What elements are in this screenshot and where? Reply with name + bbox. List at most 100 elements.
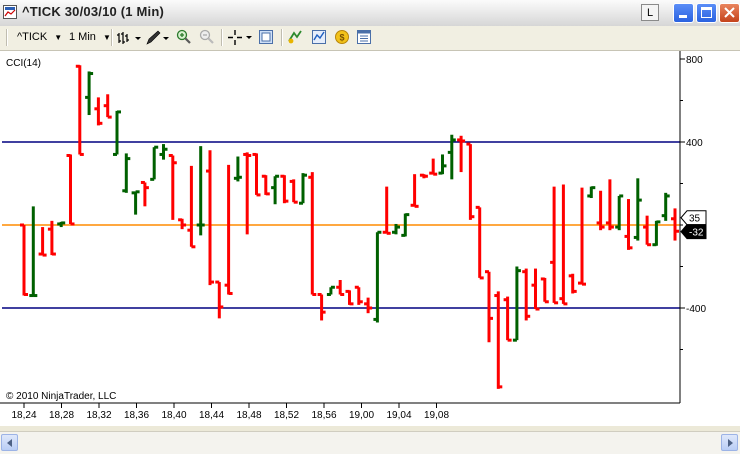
ohlc-bar (633, 178, 642, 241)
ohlc-bar (131, 190, 140, 215)
ohlc-bar (540, 277, 549, 304)
ohlc-bar (103, 94, 112, 119)
link-button[interactable]: L (641, 4, 659, 21)
copyright-text: © 2010 NinjaTrader, LLC (6, 391, 116, 402)
arrow-left-icon (7, 439, 12, 447)
zoom-in-icon[interactable] (176, 29, 192, 45)
scroll-right-button[interactable] (721, 434, 738, 451)
maximize-button[interactable] (696, 3, 717, 23)
ohlc-bar (475, 205, 484, 280)
ohlc-bar (466, 142, 475, 220)
ohlc-bar (364, 297, 373, 314)
close-button[interactable] (719, 3, 740, 23)
x-tick-label: 18,36 (124, 410, 149, 421)
toolbar-separator (281, 29, 283, 46)
ohlc-bar (661, 192, 670, 221)
ohlc-bar (429, 158, 438, 176)
ohlc-bar (373, 230, 382, 323)
properties-icon[interactable] (258, 29, 274, 45)
strategies-icon[interactable] (287, 29, 303, 45)
scroll-left-button[interactable] (1, 434, 18, 451)
x-tick-label: 18,48 (236, 410, 261, 421)
x-tick-label: 19,00 (349, 410, 374, 421)
ohlc-bar (75, 64, 84, 156)
app-icon (3, 5, 17, 19)
ohlc-bar (336, 279, 345, 297)
ohlc-bar (178, 218, 187, 230)
x-tick-label: 18,32 (86, 410, 111, 421)
y-tick-label: -400 (686, 304, 706, 315)
ohlc-bar (47, 220, 56, 256)
ohlc-bar (243, 152, 252, 235)
ohlc-bar (159, 144, 168, 160)
ohlc-bar (168, 153, 177, 220)
indicator-label: CCI(14) (6, 58, 41, 69)
reference-value-marker: 35 (680, 210, 707, 226)
ohlc-bar (140, 180, 149, 207)
zoom-out-icon[interactable] (199, 29, 215, 45)
ohlc-bar (326, 285, 335, 297)
ohlc-bar (522, 268, 531, 321)
ohlc-bar (271, 174, 280, 205)
ohlc-bar (345, 289, 354, 306)
ohlc-bar (382, 186, 391, 235)
ohlc-bar (503, 296, 512, 342)
minimize-icon (679, 15, 687, 18)
ohlc-bar (122, 153, 131, 193)
ohlc-bar (299, 173, 307, 205)
ohlc-bar (354, 285, 363, 305)
ohlc-bar (38, 227, 47, 257)
ohlc-bar (85, 71, 94, 116)
ohlc-bar (587, 186, 596, 199)
ohlc-bar (485, 270, 493, 343)
arrow-right-icon (728, 439, 733, 447)
x-tick-label: 18,52 (274, 410, 299, 421)
ohlc-bar (252, 152, 261, 197)
instrument-selector[interactable]: ^TICK ▼ (17, 28, 62, 47)
indicators-icon[interactable] (311, 29, 327, 45)
minimize-button[interactable] (673, 3, 694, 23)
chevron-down-icon: ▼ (54, 33, 63, 42)
svg-text:$: $ (339, 33, 344, 43)
data-box-icon[interactable] (356, 29, 372, 45)
ohlc-bar (643, 215, 652, 247)
y-tick-label: 400 (686, 138, 703, 149)
ohlc-bar (410, 174, 419, 208)
title-bar[interactable]: ^TICK 30/03/10 (1 Min) L (0, 0, 740, 27)
ohlc-bar (512, 266, 521, 342)
ohlc-bar (494, 291, 503, 389)
ohlc-bar (308, 172, 317, 297)
y-tick-label: 800 (686, 55, 703, 66)
x-tick-label: 18,44 (199, 410, 224, 421)
ohlc-bar (150, 145, 159, 181)
x-tick-label: 18,24 (11, 410, 36, 421)
ohlc-bar (224, 164, 233, 295)
ohlc-bar (113, 110, 121, 156)
cci-chart[interactable]: 800 400 -400 18,24 18,28 18,32 18,36 18,40 18,44… (0, 51, 740, 426)
window-title: ^TICK 30/03/10 (1 Min) (22, 4, 165, 19)
ohlc-bar (559, 184, 568, 306)
instrument-label: ^TICK (17, 31, 48, 43)
crosshair-icon[interactable] (227, 29, 255, 46)
coin-icon[interactable]: $ (334, 29, 350, 45)
draw-pencil-icon[interactable] (145, 30, 171, 46)
ohlc-bar (94, 97, 103, 126)
ohlc-bar (289, 179, 298, 204)
ohlc-bar (457, 135, 466, 173)
ohlc-bar (596, 190, 605, 231)
horizontal-scrollbar[interactable] (0, 431, 740, 454)
x-tick-label: 18,40 (161, 410, 186, 421)
toolbar-separator (6, 29, 8, 46)
interval-selector[interactable]: 1 Min ▼ (69, 28, 111, 47)
ohlc-bar (578, 187, 586, 286)
interval-label: 1 Min (69, 31, 96, 43)
chart-panel[interactable]: 800 400 -400 18,24 18,28 18,32 18,36 18,40 18,44… (0, 51, 740, 426)
toolbar-separator (111, 29, 113, 46)
bar-type-icon[interactable] (117, 30, 143, 46)
chevron-down-icon: ▼ (102, 33, 111, 42)
chart-toolbar: ^TICK ▼ 1 Min ▼ $ (0, 26, 740, 51)
ohlc-bar (215, 280, 224, 319)
ohlc-bar (280, 174, 289, 204)
current-value-marker: -32 (680, 224, 707, 240)
ohlc-bar (419, 173, 428, 179)
